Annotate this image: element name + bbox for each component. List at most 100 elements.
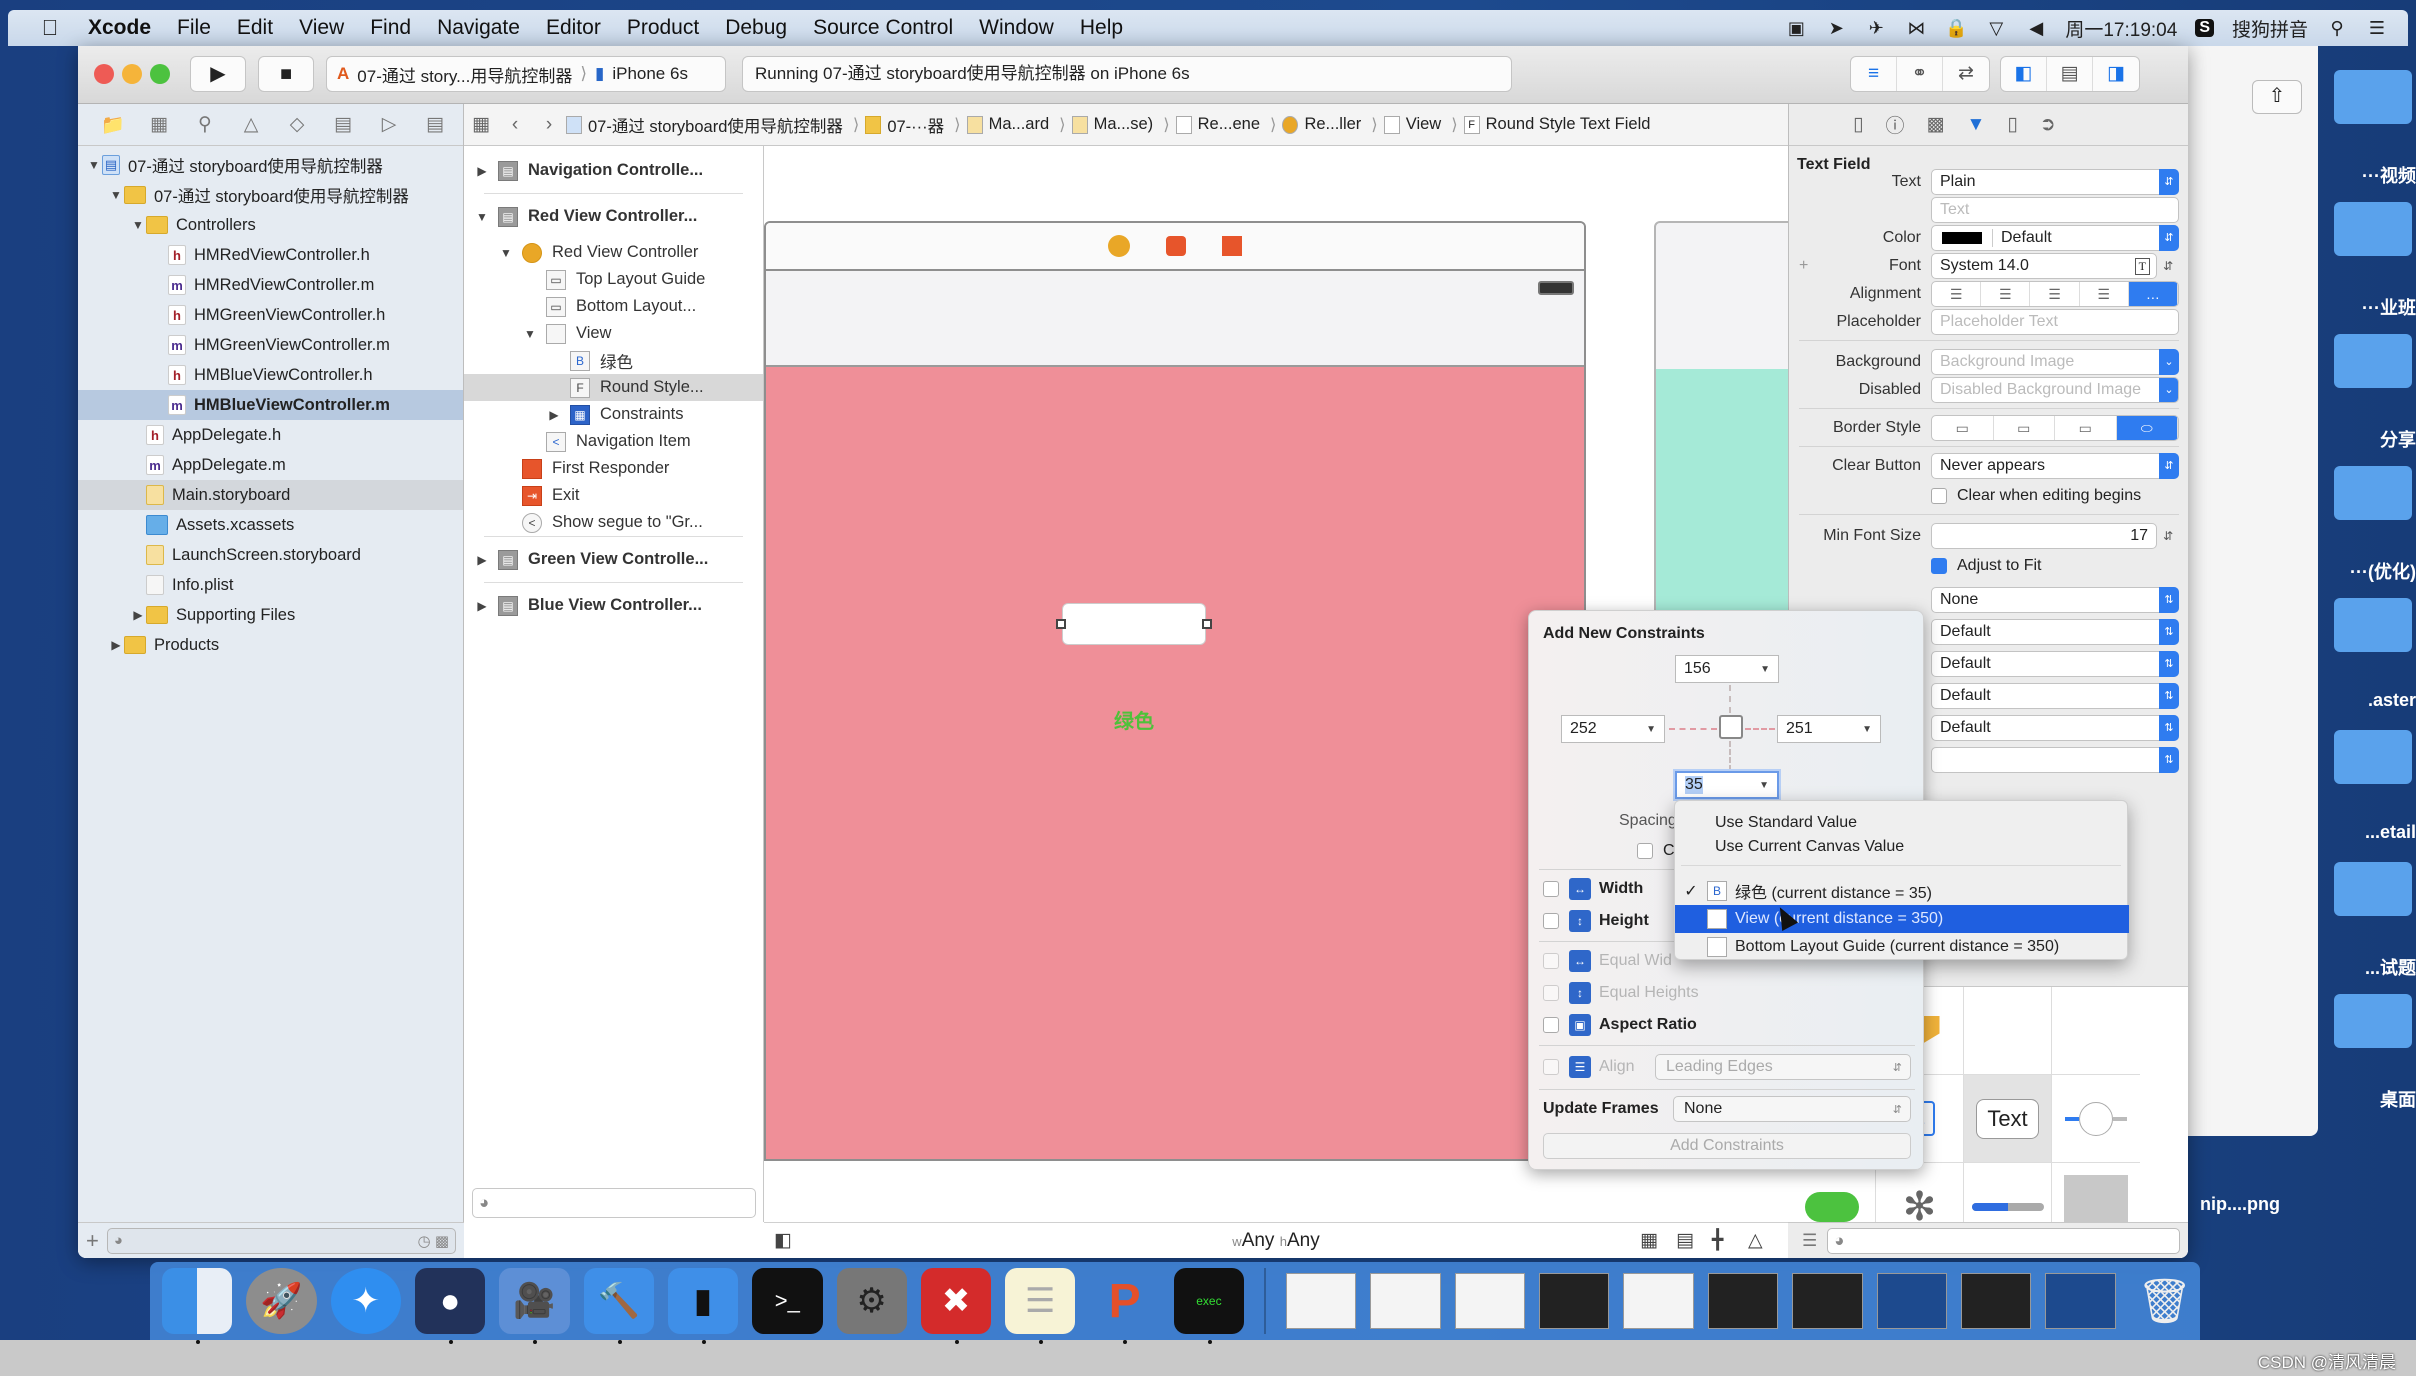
back-arrow-icon[interactable]: ‹ <box>498 114 532 136</box>
font-size-stepper[interactable]: ⇵ <box>2163 259 2173 273</box>
zoom-window-button[interactable] <box>150 64 170 84</box>
placeholder-field[interactable]: Placeholder Text <box>1931 309 2179 335</box>
bluetooth-icon[interactable]: ⋈ <box>1905 18 1927 38</box>
file-tree-item[interactable]: Assets.xcassets <box>78 510 463 540</box>
font-picker-icon[interactable]: T <box>2134 257 2150 275</box>
breadcrumb-item[interactable]: Re...ller <box>1282 115 1361 134</box>
disclosure-closed-icon[interactable]: ▶ <box>546 408 562 422</box>
disclosure-open-icon[interactable]: ▼ <box>498 246 514 260</box>
file-tree-item[interactable]: LaunchScreen.storyboard <box>78 540 463 570</box>
align-popup[interactable]: Leading Edges ⇵ <box>1655 1054 1911 1080</box>
round-style-text-field[interactable] <box>1056 603 1212 645</box>
outline-item[interactable]: F Round Style... <box>464 374 763 401</box>
share-icon[interactable]: ⇧ <box>2252 80 2302 114</box>
clear-editing-checkbox[interactable] <box>1931 488 1947 504</box>
first-responder-icon[interactable] <box>1166 236 1186 256</box>
minimized-window[interactable] <box>1707 1273 1779 1329</box>
pin-icon[interactable]: ╋ <box>1712 1229 1723 1252</box>
related-items-icon[interactable]: ▦ <box>464 113 498 136</box>
minimized-window[interactable] <box>1539 1273 1610 1329</box>
font-field[interactable]: System 14.0 T <box>1931 253 2157 279</box>
wifi-icon[interactable]: ▽ <box>1985 18 2007 38</box>
disclosure-closed-icon[interactable]: ▶ <box>130 608 146 622</box>
update-frames-popup[interactable]: None ⇵ <box>1673 1096 1911 1122</box>
outline-item[interactable]: < Navigation Item <box>464 428 763 455</box>
notification-center-icon[interactable]: ☰ <box>2366 18 2388 38</box>
equal-heights-checkbox[interactable] <box>1543 985 1559 1001</box>
library-filter-input[interactable]: ◕ <box>1827 1227 2180 1254</box>
outline-item[interactable]: ▶ ▦ Constraints <box>464 401 763 428</box>
adjust-to-fit-checkbox[interactable] <box>1931 558 1947 574</box>
background-image-combo[interactable]: Background Image ⌄ <box>1931 349 2179 375</box>
file-tree-item[interactable]: ▶ Supporting Files <box>78 600 463 630</box>
disclosure-open-icon[interactable]: ▼ <box>108 188 124 202</box>
run-button[interactable]: ▶ <box>190 56 246 92</box>
toggle-utilities-icon[interactable]: ◨ <box>2093 57 2139 91</box>
location-icon[interactable]: ➤ <box>1825 18 1847 38</box>
desktop-item-label[interactable]: 桌面 <box>2310 1086 2416 1112</box>
minimized-window[interactable] <box>1623 1273 1694 1329</box>
symbol-navigator-icon[interactable]: ▦ <box>146 113 172 136</box>
clock[interactable]: 周一17:19:04 <box>2065 15 2177 42</box>
clear-button-popup[interactable]: Never appears ⇵ <box>1931 453 2179 479</box>
color-swatch[interactable] <box>1942 232 1982 244</box>
desktop-folder-icon[interactable] <box>2334 334 2412 388</box>
disclosure-closed-icon[interactable]: ▶ <box>108 638 124 652</box>
library-item[interactable] <box>2052 987 2140 1075</box>
quick-help-icon[interactable]: ⓘ <box>1885 111 1904 138</box>
breakpoint-navigator-icon[interactable]: ▷ <box>376 113 402 136</box>
align-right-icon[interactable]: ☰ <box>2030 282 2080 306</box>
menu-debug[interactable]: Debug <box>725 16 787 40</box>
menu-item[interactable]: View (current distance = 350) <box>1675 905 2129 933</box>
file-tree-item[interactable]: h HMBlueViewController.h <box>78 360 463 390</box>
border-none-icon[interactable]: ▭ <box>1932 416 1994 440</box>
simulator-icon[interactable]: ▮ <box>667 1268 739 1344</box>
attributes-inspector-icon[interactable]: ▼ <box>1966 114 1985 136</box>
project-navigator-icon[interactable]: 📁 <box>100 113 126 137</box>
disclosure-open-icon[interactable]: ▼ <box>522 327 538 341</box>
menu-source-control[interactable]: Source Control <box>813 16 953 40</box>
outline-item[interactable]: ⇥ Exit <box>464 482 763 509</box>
recent-files-icon[interactable]: ◷ <box>418 1233 431 1250</box>
finder-icon[interactable] <box>162 1268 233 1344</box>
airplane-icon[interactable]: ✈ <box>1865 18 1887 38</box>
outline-item[interactable]: ▼ ▤ Red View Controller... <box>464 194 763 239</box>
outline-item[interactable]: ▭ Bottom Layout... <box>464 293 763 320</box>
stack-icon[interactable]: ▦ <box>1640 1229 1658 1252</box>
aspect-ratio-checkbox[interactable] <box>1543 1017 1559 1033</box>
desktop-folder-icon[interactable] <box>2334 598 2412 652</box>
file-tree-item[interactable]: ▼ 07-通过 storyboard使用导航控制器 <box>78 180 463 210</box>
desktop-folder-icon[interactable] <box>2334 730 2412 784</box>
width-checkbox[interactable] <box>1543 881 1559 897</box>
file-tree-item[interactable]: m HMGreenViewController.m <box>78 330 463 360</box>
add-constraints-button[interactable]: Add Constraints <box>1543 1133 1911 1159</box>
minimized-window[interactable] <box>1286 1273 1357 1329</box>
menu-editor[interactable]: Editor <box>546 16 601 40</box>
align-center-icon[interactable]: ☰ <box>1981 282 2031 306</box>
standard-editor-icon[interactable]: ≡ <box>1851 57 1897 91</box>
resize-handle-left[interactable] <box>1056 619 1066 629</box>
version-editor-icon[interactable]: ⇄ <box>1943 57 1989 91</box>
desktop-item-label[interactable]: ···视频 <box>2310 162 2416 188</box>
file-tree-item[interactable]: h AppDelegate.h <box>78 420 463 450</box>
desktop-folder-icon[interactable] <box>2334 466 2412 520</box>
menu-file[interactable]: File <box>177 16 211 40</box>
file-tree-item[interactable]: h HMGreenViewController.h <box>78 300 463 330</box>
menu-window[interactable]: Window <box>979 16 1054 40</box>
notes-icon[interactable]: ☰ <box>1005 1268 1076 1344</box>
exit-icon[interactable] <box>1222 236 1242 256</box>
safari-icon[interactable]: ✦ <box>330 1268 401 1334</box>
outline-item[interactable]: ▼ Red View Controller <box>464 239 763 266</box>
color-popup[interactable]: Default ⇵ <box>1931 225 2179 251</box>
breadcrumb-item[interactable]: F Round Style Text Field <box>1463 115 1650 134</box>
file-tree-item[interactable]: ▼ Controllers <box>78 210 463 240</box>
breadcrumb-item[interactable]: 07-通过 storyboard使用导航控制器 <box>566 113 843 137</box>
size-inspector-icon[interactable]: ▯ <box>2007 113 2017 136</box>
resolve-issues-icon[interactable]: △ <box>1748 1229 1763 1252</box>
menu-item[interactable]: Use Current Canvas Value <box>1675 833 2129 861</box>
input-method-icon[interactable]: S <box>2195 19 2214 37</box>
outline-item[interactable]: ▭ Top Layout Guide <box>464 266 763 293</box>
desktop-item-label[interactable]: ...etail <box>2310 822 2416 843</box>
align-left-icon[interactable]: ☰ <box>1932 282 1982 306</box>
library-item[interactable] <box>1964 987 2052 1075</box>
